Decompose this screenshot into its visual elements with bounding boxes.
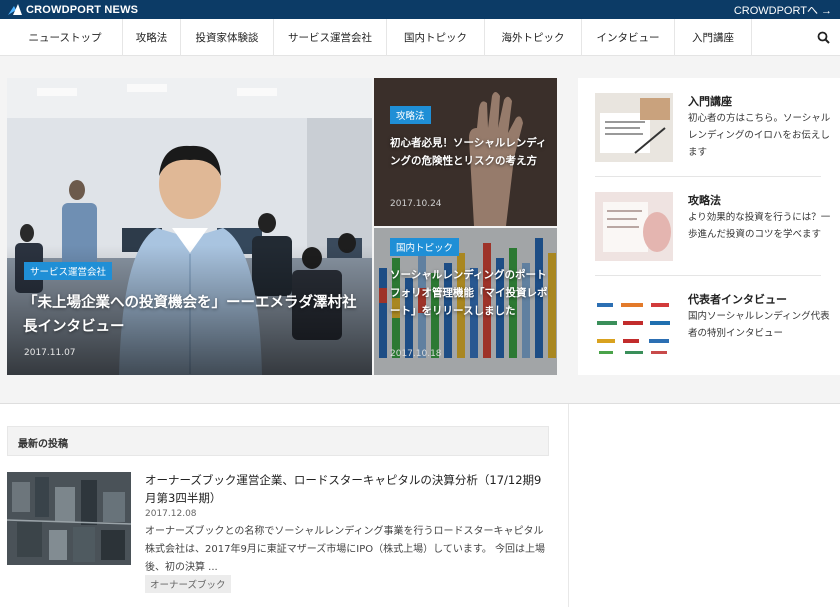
post-title[interactable]: オーナーズブック運営企業、ロードスターキャピタルの決算分析（17/12期9月第3… xyxy=(145,471,550,507)
sidebar-item-beginners[interactable]: 入門講座 初心者の方はこちら。ソーシャルレンディングのイロハをお伝えします xyxy=(578,78,840,176)
card-category-badge[interactable]: 国内トピック xyxy=(390,238,460,256)
sidebar-item-interviews[interactable]: 代表者インタビュー 国内ソーシャルレンディング代表者の特別インタビュー xyxy=(578,276,840,374)
right-column xyxy=(568,404,840,607)
hero-title[interactable]: 「未上場企業への投資機会を」ーーエメラダ澤村社長インタビュー xyxy=(23,291,363,339)
main-nav: ニューストップ 攻略法 投資家体験談 サービス運営会社 国内トピック 海外トピッ… xyxy=(0,19,840,56)
latest-posts-heading: 最新の投稿 xyxy=(18,439,68,450)
sidebar-item-desc: 国内ソーシャルレンディング代表者の特別インタビュー xyxy=(688,311,830,339)
search-icon[interactable] xyxy=(817,31,830,44)
crowdport-link[interactable]: CROWDPORTへ → xyxy=(734,2,832,18)
post-tag[interactable]: オーナーズブック xyxy=(145,575,231,593)
sidebar-thumb-image xyxy=(595,93,673,162)
latest-posts-section: 最新の投稿 オーナーズブック運営企業、ロードスターキャピタルの決算分析（17/1… xyxy=(0,404,568,607)
card-title[interactable]: 初心者必見！ソーシャルレンディングの危険性とリスクの考え方 xyxy=(390,134,550,170)
nav-item-overseas-topics[interactable]: 海外トピック xyxy=(485,19,582,56)
nav-item-news-top[interactable]: ニューストップ xyxy=(8,19,123,56)
sidebar-thumb-image xyxy=(595,192,673,261)
sidebar-item-desc: 初心者の方はこちら。ソーシャルレンディングのイロハをお伝えします xyxy=(688,113,831,158)
sidebar-item-title[interactable]: 攻略法 xyxy=(688,192,721,208)
featured-card[interactable]: 国内トピック ソーシャルレンディングのポートフォリオ管理機能「マイ投資レポート」… xyxy=(374,228,557,375)
sidebar-item-title[interactable]: 代表者インタビュー xyxy=(688,291,787,307)
sidebar-item-strategy[interactable]: 攻略法 より効果的な投資を行うには？一歩進んだ投資のコツを学べます xyxy=(578,177,840,275)
logo-icon xyxy=(8,4,22,15)
nav-item-domestic-topics[interactable]: 国内トピック xyxy=(387,19,485,56)
sidebar-categories: 入門講座 初心者の方はこちら。ソーシャルレンディングのイロハをお伝えします 攻略… xyxy=(578,78,840,375)
nav-item-strategy[interactable]: 攻略法 xyxy=(123,19,181,56)
hero-date: 2017.11.07 xyxy=(24,348,76,358)
sidebar-item-title[interactable]: 入門講座 xyxy=(688,93,732,109)
post-date: 2017.12.08 xyxy=(145,509,197,519)
nav-item-interviews[interactable]: インタビュー xyxy=(582,19,675,56)
featured-card[interactable]: 攻略法 初心者必見！ソーシャルレンディングの危険性とリスクの考え方 2017.1… xyxy=(374,78,557,226)
site-logo[interactable]: CROWDPORT NEWS xyxy=(8,2,138,17)
post-excerpt: オーナーズブックとの名称でソーシャルレンディング事業を行うロードスターキャピタル… xyxy=(145,526,546,573)
post-thumbnail[interactable] xyxy=(7,472,131,565)
card-title[interactable]: ソーシャルレンディングのポートフォリオ管理機能「マイ投資レポート」をリリースしま… xyxy=(390,266,552,320)
card-category-badge[interactable]: 攻略法 xyxy=(390,106,431,124)
nav-item-beginners-course[interactable]: 入門講座 xyxy=(675,19,752,56)
nav-item-service-operators[interactable]: サービス運営会社 xyxy=(274,19,387,56)
card-date: 2017.10.18 xyxy=(390,349,442,359)
sidebar-item-desc: より効果的な投資を行うには？一歩進んだ投資のコツを学べます xyxy=(688,212,831,240)
card-date: 2017.10.24 xyxy=(390,199,442,209)
sidebar-thumb-image xyxy=(595,291,673,360)
hero-article[interactable]: サービス運営会社 「未上場企業への投資機会を」ーーエメラダ澤村社長インタビュー … xyxy=(7,78,372,375)
hero-category-badge[interactable]: サービス運営会社 xyxy=(24,262,113,280)
site-brand: CROWDPORT NEWS xyxy=(26,3,139,16)
nav-item-investor-stories[interactable]: 投資家体験談 xyxy=(181,19,274,56)
latest-posts-header: 最新の投稿 xyxy=(7,426,549,456)
top-bar: CROWDPORT NEWS CROWDPORTへ → xyxy=(0,0,840,19)
